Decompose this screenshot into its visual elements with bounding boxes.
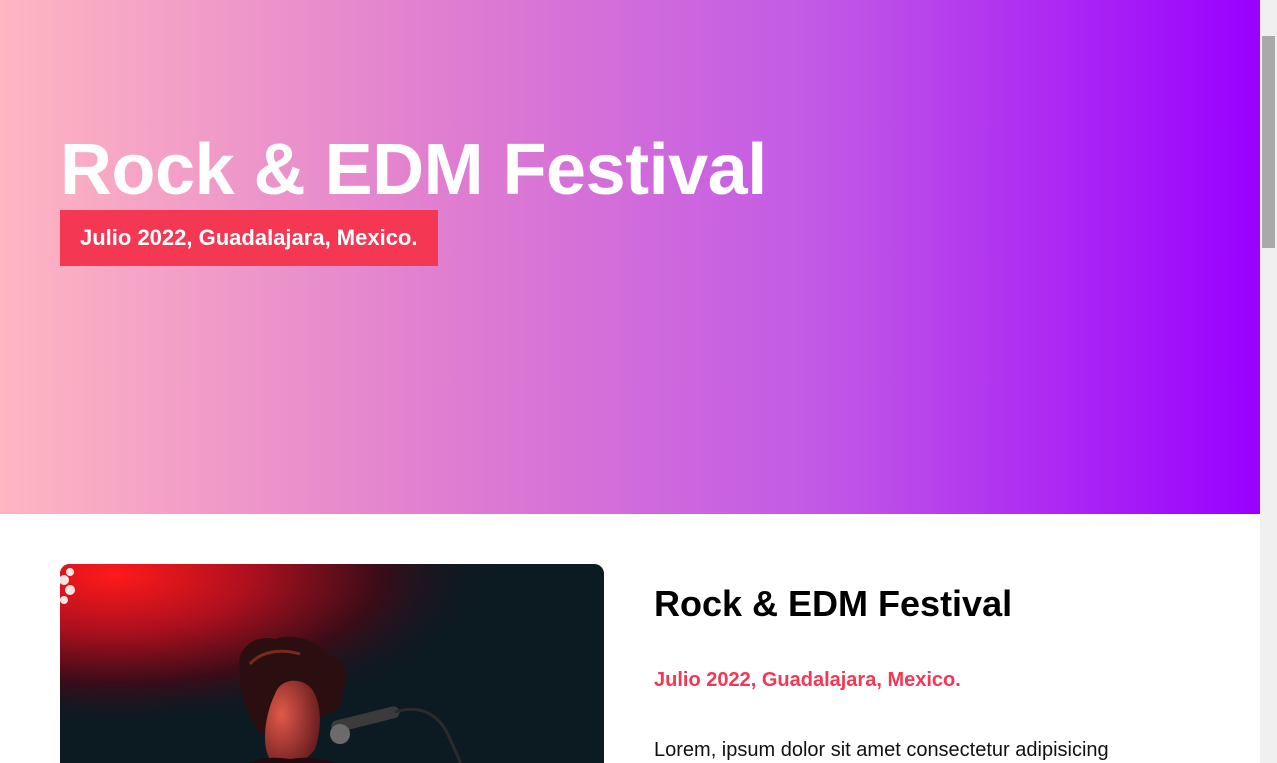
scrollbar-thumb[interactable] [1262, 36, 1275, 248]
festival-title: Rock & EDM Festival [654, 583, 1013, 624]
hero-banner: Rock & EDM Festival Julio 2022, Guadalaj… [0, 0, 1260, 514]
singer-photo-image [60, 564, 604, 763]
festival-photo [60, 564, 604, 763]
vertical-scrollbar[interactable] [1260, 0, 1277, 763]
festival-description: Lorem, ipsum dolor sit amet consectetur … [654, 739, 1109, 761]
hero-title: Rock & EDM Festival [60, 130, 767, 210]
page: Rock & EDM Festival Julio 2022, Guadalaj… [0, 0, 1277, 763]
hero-date-badge: Julio 2022, Guadalajara, Mexico. [60, 210, 438, 266]
festival-date: Julio 2022, Guadalajara, Mexico. [654, 669, 961, 691]
